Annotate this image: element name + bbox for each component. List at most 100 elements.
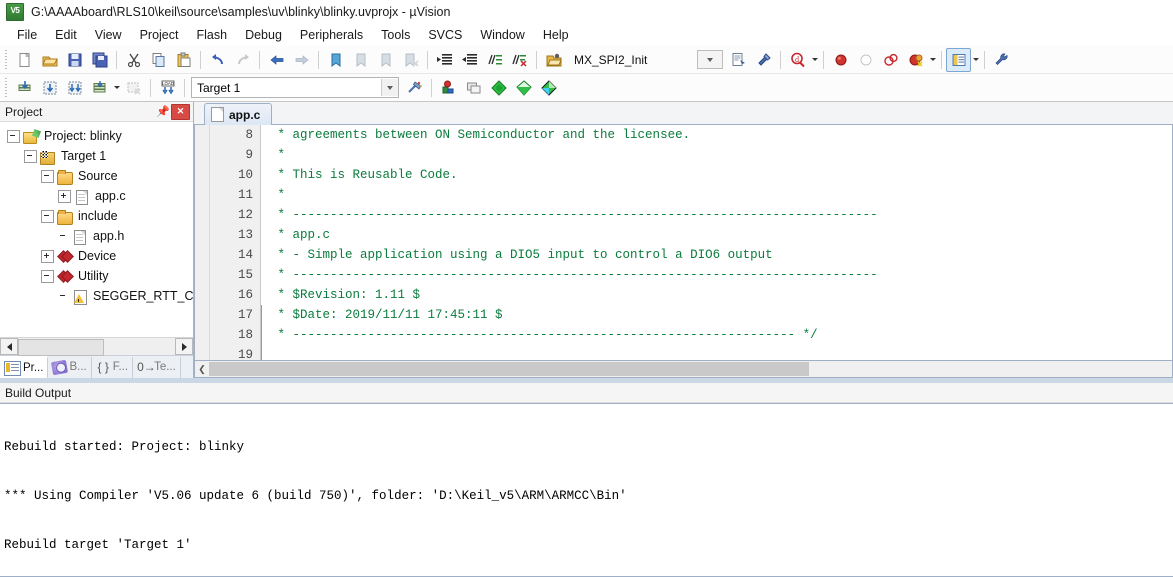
menu-window[interactable]: Window: [471, 26, 533, 44]
tree-item-device[interactable]: Device: [4, 246, 193, 266]
scroll-thumb[interactable]: [18, 339, 104, 356]
breakpoint-caret[interactable]: [928, 49, 937, 71]
tab-books[interactable]: B...: [48, 356, 92, 378]
window-layout-caret[interactable]: [971, 49, 980, 71]
bookmark-clear-icon[interactable]: [398, 48, 423, 72]
tree-item-utility[interactable]: Utility: [4, 266, 193, 286]
tab-functions[interactable]: { } F...: [92, 356, 134, 378]
editor-tab-app-c[interactable]: app.c: [204, 103, 273, 125]
expander-minus-icon[interactable]: [41, 269, 54, 283]
code-line[interactable]: 8 * agreements between ON Semiconductor …: [210, 125, 1172, 145]
expander-plus-icon[interactable]: [58, 189, 71, 203]
indent-right-icon[interactable]: [432, 48, 457, 72]
batch-build-icon[interactable]: [87, 76, 112, 100]
rebuild-icon[interactable]: [62, 76, 87, 100]
scroll-track[interactable]: [18, 339, 175, 356]
uncomment-lines-icon[interactable]: [507, 48, 532, 72]
expander-plus-icon[interactable]: [41, 249, 54, 263]
manage-multi-project-icon[interactable]: [461, 76, 486, 100]
expander-minus-icon[interactable]: [41, 169, 54, 183]
expander-minus-icon[interactable]: [7, 129, 20, 143]
code-line[interactable]: 15 * -----------------------------------…: [210, 265, 1172, 285]
pack-installer-icon[interactable]: [511, 76, 536, 100]
breakpoint-disable-icon[interactable]: [853, 48, 878, 72]
build-icon[interactable]: [37, 76, 62, 100]
bookmark-toggle-icon[interactable]: [323, 48, 348, 72]
new-file-icon[interactable]: [12, 48, 37, 72]
chevron-down-icon[interactable]: [381, 79, 398, 96]
tree-item-target-1[interactable]: Target 1: [4, 146, 193, 166]
tree-item-include[interactable]: include: [4, 206, 193, 226]
debug-start-caret[interactable]: [810, 49, 819, 71]
manage-components-icon[interactable]: [536, 76, 561, 100]
code-line[interactable]: 17 * $Date: 2019/11/11 17:45:11 $: [210, 305, 1172, 325]
menu-tools[interactable]: Tools: [372, 26, 419, 44]
scroll-left-icon[interactable]: [0, 338, 18, 355]
editor-bookmark-column[interactable]: [195, 125, 210, 360]
code-text-area[interactable]: 8 * agreements between ON Semiconductor …: [210, 125, 1172, 360]
breakpoint-insert-icon[interactable]: [828, 48, 853, 72]
menu-help[interactable]: Help: [534, 26, 578, 44]
build-output-text[interactable]: Rebuild started: Project: blinky *** Usi…: [0, 403, 1173, 577]
bookmark-prev-icon[interactable]: [348, 48, 373, 72]
code-line[interactable]: 19: [210, 345, 1172, 360]
target-options-icon[interactable]: [402, 76, 427, 100]
undo-icon[interactable]: [205, 48, 230, 72]
menu-edit[interactable]: Edit: [46, 26, 86, 44]
cut-icon[interactable]: [121, 48, 146, 72]
manage-project-items-icon[interactable]: [436, 76, 461, 100]
menu-flash[interactable]: Flash: [187, 26, 236, 44]
navigate-forward-icon[interactable]: [289, 48, 314, 72]
insert-snippet-icon[interactable]: [751, 48, 776, 72]
editor-hscrollbar[interactable]: ❮: [194, 361, 1173, 378]
comment-lines-icon[interactable]: [482, 48, 507, 72]
translate-icon[interactable]: [12, 76, 37, 100]
code-line[interactable]: 18 * -----------------------------------…: [210, 325, 1172, 345]
download-icon[interactable]: LOAD: [155, 76, 180, 100]
open-file-icon[interactable]: [37, 48, 62, 72]
tree-item-app-h[interactable]: app.h: [4, 226, 193, 246]
code-line[interactable]: 12 * -----------------------------------…: [210, 205, 1172, 225]
function-combo-dropdown[interactable]: [697, 50, 724, 69]
paste-icon[interactable]: [171, 48, 196, 72]
chevron-down-icon[interactable]: [697, 50, 724, 69]
save-icon[interactable]: [62, 48, 87, 72]
scroll-left-icon[interactable]: ❮: [195, 362, 209, 376]
configure-wizard-icon[interactable]: [989, 48, 1014, 72]
tab-templates[interactable]: 0→ Te...: [133, 356, 181, 378]
menu-project[interactable]: Project: [131, 26, 188, 44]
menu-debug[interactable]: Debug: [236, 26, 291, 44]
menu-file[interactable]: File: [8, 26, 46, 44]
tab-project[interactable]: Pr...: [0, 355, 49, 379]
scroll-right-icon[interactable]: [175, 338, 193, 355]
tree-item-source[interactable]: Source: [4, 166, 193, 186]
target-combo[interactable]: Target 1: [191, 77, 399, 98]
code-line[interactable]: 16 * $Revision: 1.11 $: [210, 285, 1172, 305]
menu-peripherals[interactable]: Peripherals: [291, 26, 372, 44]
tree-item-segger-rtt[interactable]: SEGGER_RTT_Co: [4, 286, 193, 306]
configure-icon[interactable]: [726, 48, 751, 72]
copy-icon[interactable]: [146, 48, 171, 72]
project-tree[interactable]: Project: blinky Target 1 Source app.c in…: [0, 122, 193, 337]
indent-left-icon[interactable]: [457, 48, 482, 72]
project-tree-hscrollbar[interactable]: [0, 337, 193, 356]
expander-minus-icon[interactable]: [24, 149, 37, 163]
save-all-icon[interactable]: [87, 48, 112, 72]
code-line[interactable]: 9 *: [210, 145, 1172, 165]
redo-icon[interactable]: [230, 48, 255, 72]
pin-icon[interactable]: 📌: [155, 104, 171, 119]
batch-build-caret[interactable]: [112, 77, 121, 99]
breakpoint-kill-all-icon[interactable]: [878, 48, 903, 72]
toolbar-grip[interactable]: [3, 78, 10, 97]
scroll-thumb[interactable]: [209, 362, 809, 376]
code-line[interactable]: 10 * This is Reusable Code.: [210, 165, 1172, 185]
navigate-back-icon[interactable]: [264, 48, 289, 72]
code-line[interactable]: 11 *: [210, 185, 1172, 205]
scroll-track[interactable]: [209, 362, 1172, 376]
open-folder-icon[interactable]: [541, 48, 566, 72]
code-line[interactable]: 13 * app.c: [210, 225, 1172, 245]
tree-item-project-blinky[interactable]: Project: blinky: [4, 126, 193, 146]
stop-build-icon[interactable]: [121, 76, 146, 100]
toolbar-grip[interactable]: [3, 50, 10, 69]
bookmark-next-icon[interactable]: [373, 48, 398, 72]
